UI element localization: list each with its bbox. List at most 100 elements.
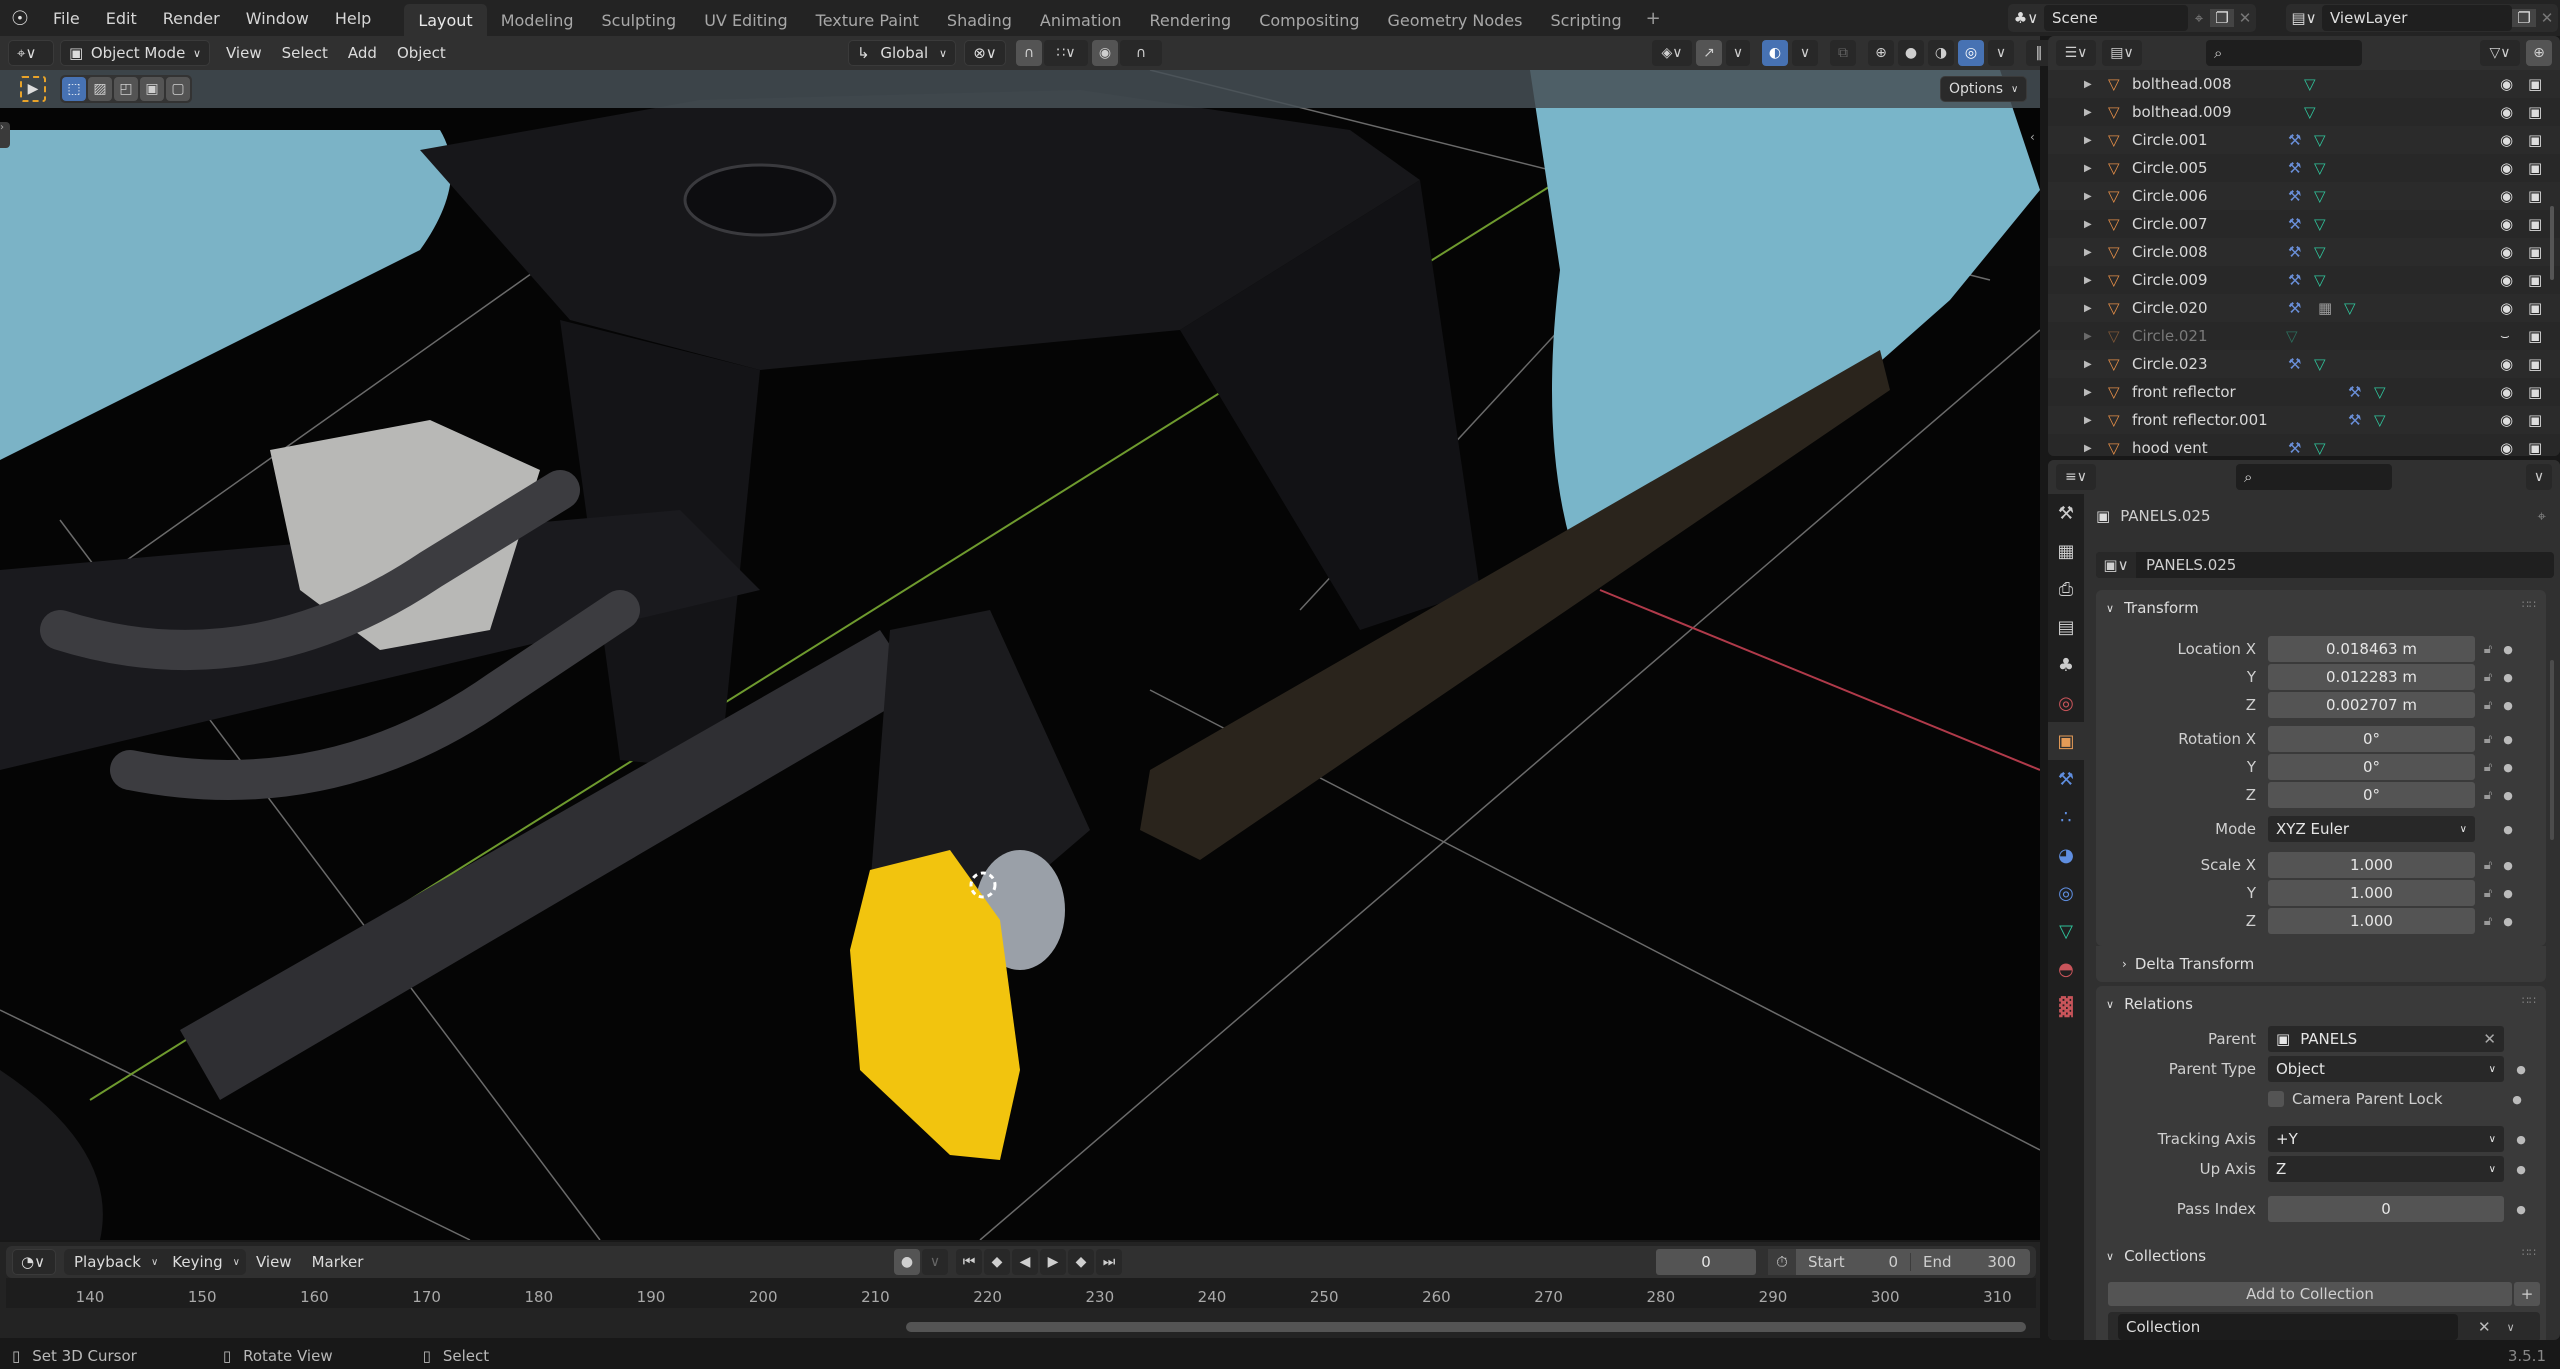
keyframe-dot-icon[interactable]: ● xyxy=(2501,915,2515,928)
mesh-data-icon[interactable]: ▽ xyxy=(2344,299,2356,317)
object-name[interactable]: hood vent xyxy=(2132,439,2208,456)
camera-parent-lock-checkbox[interactable] xyxy=(2268,1091,2284,1107)
tool-tab-icon[interactable]: ⚒ xyxy=(2048,494,2084,532)
select-extend-icon[interactable]: ▨ xyxy=(88,77,112,101)
tab-modeling[interactable]: Modeling xyxy=(487,4,588,36)
keyframe-dot-icon[interactable]: ● xyxy=(2514,1133,2528,1146)
play-icon[interactable]: ▶ xyxy=(1040,1249,1066,1275)
viewport-menu-view[interactable]: View xyxy=(216,44,272,62)
material-tab-icon[interactable]: ◓ xyxy=(2048,950,2084,988)
timeline-editor-type-icon[interactable]: ◔∨ xyxy=(12,1249,56,1275)
mesh-data-icon[interactable]: ▽ xyxy=(2304,103,2316,121)
mesh-data-icon[interactable]: ▽ xyxy=(2314,439,2326,456)
object-name[interactable]: Circle.009 xyxy=(2132,271,2208,289)
tab-uv-editing[interactable]: UV Editing xyxy=(690,4,801,36)
keyframe-dot-icon[interactable]: ● xyxy=(2510,1093,2524,1106)
eye-icon[interactable]: ◉ xyxy=(2500,299,2513,317)
expand-arrow-icon[interactable]: ▶ xyxy=(2084,359,2092,370)
snap-magnet-icon[interactable]: ∩ xyxy=(1016,40,1042,66)
camera-render-icon[interactable]: ▣ xyxy=(2528,439,2542,456)
outliner-row[interactable]: ▶ ▽ Circle.001 ⚒ ▽ ◉ ▣ xyxy=(2048,126,2560,154)
keyframe-dot-icon[interactable]: ● xyxy=(2501,823,2515,836)
object-name[interactable]: Circle.007 xyxy=(2132,215,2208,233)
new-view-layer-icon[interactable]: ❐ xyxy=(2512,9,2536,27)
view-layer-selector[interactable]: ▤∨ ViewLayer ❐ ✕ xyxy=(2286,4,2558,32)
physics-tab-icon[interactable]: ◕ xyxy=(2048,836,2084,874)
outliner-row[interactable]: ▶ ▽ Circle.008 ⚒ ▽ ◉ ▣ xyxy=(2048,238,2560,266)
jump-end-icon[interactable]: ⏭ xyxy=(1096,1249,1122,1275)
menu-help[interactable]: Help xyxy=(322,9,384,28)
camera-render-icon[interactable]: ▣ xyxy=(2528,411,2542,429)
outliner-editor-type-icon[interactable]: ☰∨ xyxy=(2056,40,2096,66)
overlays-dropdown-icon[interactable]: ∨ xyxy=(1792,40,1818,66)
rotation-z-field[interactable]: 0° xyxy=(2268,782,2475,808)
select-tool-icon[interactable]: ▶ xyxy=(20,76,46,102)
menu-file[interactable]: File xyxy=(40,9,93,28)
mesh-data-icon[interactable]: ▽ xyxy=(2314,355,2326,373)
object-name[interactable]: Circle.001 xyxy=(2132,131,2208,149)
outliner-search-input[interactable]: ⌕ xyxy=(2206,40,2362,66)
expand-arrow-icon[interactable]: ▶ xyxy=(2084,387,2092,398)
expand-arrow-icon[interactable]: ▶ xyxy=(2084,79,2092,90)
object-name[interactable]: front reflector xyxy=(2132,383,2236,401)
keyframe-dot-icon[interactable]: ● xyxy=(2514,1063,2528,1076)
modifier-wrench-icon[interactable]: ⚒ xyxy=(2348,383,2361,401)
scene-tab-icon[interactable]: ♣ xyxy=(2048,646,2084,684)
camera-render-icon[interactable]: ▣ xyxy=(2528,187,2542,205)
mesh-data-icon[interactable]: ▽ xyxy=(2286,327,2298,345)
data-tab-icon[interactable]: ▽ xyxy=(2048,912,2084,950)
eye-icon[interactable]: ◉ xyxy=(2500,355,2513,373)
expand-arrow-icon[interactable]: ▶ xyxy=(2084,415,2092,426)
lock-icon[interactable]: 🔓︎ xyxy=(2475,642,2501,657)
overlays-icon[interactable]: ◐ xyxy=(1762,40,1788,66)
select-new-icon[interactable]: ⬚ xyxy=(62,77,86,101)
pivot-point-dropdown[interactable]: ⊗∨ xyxy=(964,40,1006,66)
outliner-row[interactable]: ▶ ▽ Circle.007 ⚒ ▽ ◉ ▣ xyxy=(2048,210,2560,238)
timeline-view-menu[interactable]: View xyxy=(246,1253,302,1271)
mesh-data-icon[interactable]: ▽ xyxy=(2374,411,2386,429)
output-tab-icon[interactable]: ⎙ xyxy=(2048,570,2084,608)
outliner-row[interactable]: ▶ ▽ Circle.021 ▽ ⌣ ▣ xyxy=(2048,322,2560,350)
constraints-tab-icon[interactable]: ◎ xyxy=(2048,874,2084,912)
view-layer-name-field[interactable]: ViewLayer xyxy=(2322,5,2512,31)
modifier-wrench-icon[interactable]: ⚒ xyxy=(2288,243,2301,261)
expand-arrow-icon[interactable]: ▶ xyxy=(2084,219,2092,230)
object-datablock-field[interactable]: ▣∨ PANELS.025 xyxy=(2096,552,2554,578)
object-name[interactable]: bolthead.009 xyxy=(2132,103,2232,121)
outliner-row[interactable]: ▶ ▽ bolthead.008 ▽ ◉ ▣ xyxy=(2048,70,2560,98)
filter-icon[interactable]: ▽∨ xyxy=(2480,40,2520,66)
options-dropdown[interactable]: Options ∨ xyxy=(1940,76,2028,102)
delete-view-layer-icon[interactable]: ✕ xyxy=(2536,9,2558,27)
playback-menu[interactable]: Playback xyxy=(64,1253,151,1271)
camera-render-icon[interactable]: ▣ xyxy=(2528,299,2542,317)
keyframe-dot-icon[interactable]: ● xyxy=(2501,699,2515,712)
camera-render-icon[interactable]: ▣ xyxy=(2528,355,2542,373)
add-to-collection-button[interactable]: Add to Collection xyxy=(2108,1282,2512,1306)
proportional-edit-icon[interactable]: ◉ xyxy=(1092,40,1118,66)
select-subtract-icon[interactable]: ◰ xyxy=(114,77,138,101)
eye-icon[interactable]: ◉ xyxy=(2500,75,2513,93)
tab-animation[interactable]: Animation xyxy=(1026,4,1136,36)
object-name[interactable]: Circle.021 xyxy=(2132,327,2208,345)
relations-panel-header[interactable]: ∨ Relations xyxy=(2106,990,2193,1018)
outliner-row[interactable]: ▶ ▽ front reflector ⚒ ▽ ◉ ▣ xyxy=(2048,378,2560,406)
outliner-row[interactable]: ▶ ▽ Circle.005 ⚒ ▽ ◉ ▣ xyxy=(2048,154,2560,182)
object-name[interactable]: Circle.023 xyxy=(2132,355,2208,373)
3d-viewport[interactable]: ▶ ⬚ ▨ ◰ ▣ ▢ Options ∨ › ‹ xyxy=(0,70,2040,1240)
keyframe-dot-icon[interactable]: ● xyxy=(2501,859,2515,872)
expand-arrow-icon[interactable]: ▶ xyxy=(2084,163,2092,174)
lock-icon[interactable]: 🔓︎ xyxy=(2475,670,2501,685)
mesh-data-icon[interactable]: ▽ xyxy=(2314,131,2326,149)
tab-layout[interactable]: Layout xyxy=(404,4,487,36)
modifier-wrench-icon[interactable]: ⚒ xyxy=(2288,439,2301,456)
tab-shading[interactable]: Shading xyxy=(933,4,1026,36)
camera-render-icon[interactable]: ▣ xyxy=(2528,271,2542,289)
camera-render-icon[interactable]: ▣ xyxy=(2528,75,2542,93)
camera-render-icon[interactable]: ▣ xyxy=(2528,243,2542,261)
outliner-row[interactable]: ▶ ▽ Circle.009 ⚒ ▽ ◉ ▣ xyxy=(2048,266,2560,294)
start-frame-field[interactable]: Start 0 xyxy=(1796,1253,1910,1271)
end-frame-field[interactable]: End 300 xyxy=(1910,1253,2028,1271)
camera-render-icon[interactable]: ▣ xyxy=(2528,383,2542,401)
eye-closed-icon[interactable]: ⌣ xyxy=(2500,327,2510,345)
keyframe-dot-icon[interactable]: ● xyxy=(2501,887,2515,900)
